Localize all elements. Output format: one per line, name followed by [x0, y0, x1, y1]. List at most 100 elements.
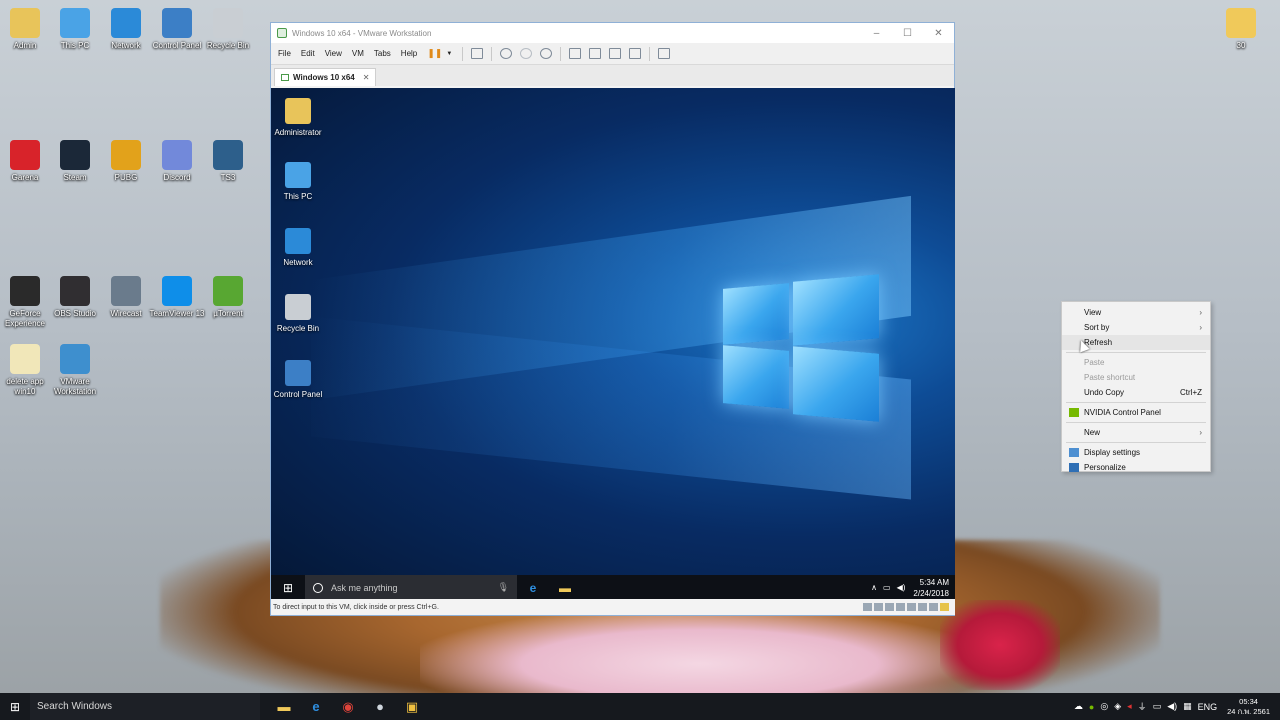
- menu-view[interactable]: View: [325, 49, 342, 58]
- guest-tray: ∧ ▭ ◀) 5:34 AM 2/24/2018: [871, 577, 955, 599]
- tray-app-icon[interactable]: ☁: [1074, 701, 1083, 712]
- chevron-right-icon: ›: [1199, 428, 1202, 437]
- snapshot-manager-icon[interactable]: [540, 48, 553, 59]
- chrome-icon[interactable]: ◉: [332, 699, 364, 715]
- menu-separator: [1066, 442, 1206, 443]
- menu-file[interactable]: File: [278, 49, 291, 58]
- message-icon[interactable]: [940, 603, 949, 611]
- menu-item-personalize[interactable]: Personalize: [1062, 460, 1210, 475]
- tray-app-icon[interactable]: ◎: [1100, 701, 1108, 712]
- start-icon[interactable]: ⊞: [0, 700, 30, 714]
- pause-icon[interactable]: ❚❚: [427, 48, 442, 59]
- desktop-icon-label: Recycle Bin: [206, 41, 250, 50]
- nvidia-icon: [1069, 408, 1079, 417]
- desktop-icon-label: VMware Workstation: [53, 377, 97, 396]
- guest-screen[interactable]: Administrator This PC Network Recycle Bin Co…: [271, 88, 955, 600]
- vmware-icon[interactable]: ▣: [396, 699, 428, 715]
- taskbar: ⊞ Search Windows ▬ e ◉ ● ▣ ☁ ● ◎ ◈ ◂ ⏚ ▭…: [0, 693, 1280, 720]
- menu-separator: [1066, 352, 1206, 353]
- network-tray-icon[interactable]: ▭: [1153, 701, 1162, 712]
- guest-desktop-icon[interactable]: Network: [271, 228, 325, 267]
- cortana-icon: [313, 582, 323, 593]
- usb-tray-icon[interactable]: ⏚: [1138, 700, 1147, 713]
- menu-item-display-settings[interactable]: Display settings: [1062, 445, 1210, 460]
- guest-desktop-icon[interactable]: Administrator: [271, 98, 325, 137]
- pause-dropdown-icon[interactable]: ▼: [446, 51, 452, 57]
- usb-icon[interactable]: [896, 603, 905, 611]
- show-library-icon[interactable]: [569, 48, 582, 59]
- file-icon: [10, 344, 40, 374]
- tray-app-icon[interactable]: ◂: [1127, 701, 1132, 712]
- menu-item-sort-by[interactable]: Sort by ›: [1062, 320, 1210, 335]
- file-explorer-icon[interactable]: ▬: [268, 699, 300, 714]
- menu-item-label: NVIDIA Control Panel: [1084, 408, 1161, 417]
- toolbar-separator: [560, 46, 562, 61]
- guest-icon-label: Administrator: [274, 128, 322, 137]
- microphone-icon[interactable]: 🎙: [498, 582, 509, 593]
- language-indicator[interactable]: ENG: [1198, 702, 1218, 712]
- network-tray-icon[interactable]: ▭: [883, 583, 891, 592]
- unity-icon[interactable]: [629, 48, 642, 59]
- volume-icon[interactable]: ◀): [897, 583, 906, 592]
- desktop-icon[interactable]: Recycle Bin: [198, 8, 258, 51]
- edge-icon[interactable]: e: [517, 581, 549, 595]
- clock-time: 05:34: [1239, 696, 1258, 706]
- revert-snapshot-icon[interactable]: [520, 48, 533, 59]
- desktop-icon[interactable]: TS3: [198, 140, 258, 183]
- file-explorer-icon[interactable]: ▬: [549, 581, 581, 595]
- edge-icon[interactable]: e: [300, 699, 332, 714]
- menu-tabs[interactable]: Tabs: [374, 49, 391, 58]
- clock[interactable]: 05:34 24 ก.พ. 2561: [1227, 697, 1270, 717]
- tab-windows-10[interactable]: Windows 10 x64 ✕: [274, 68, 377, 86]
- taskbar-search-text: Search Windows: [37, 701, 113, 712]
- steam-icon[interactable]: ●: [364, 699, 396, 714]
- nvidia-tray-icon[interactable]: ●: [1089, 702, 1094, 712]
- guest-clock[interactable]: 5:34 AM 2/24/2018: [913, 577, 949, 599]
- volume-icon[interactable]: ◀): [1167, 701, 1177, 712]
- hard-disk-icon[interactable]: [863, 603, 872, 611]
- menu-item-undo-copy[interactable]: Undo Copy Ctrl+Z: [1062, 385, 1210, 400]
- guest-desktop-icon[interactable]: Control Panel: [271, 360, 325, 399]
- show-hidden-icons-icon[interactable]: ∧: [871, 583, 877, 592]
- steam-icon: [60, 140, 90, 170]
- close-button[interactable]: ✕: [923, 28, 954, 39]
- menu-item-view[interactable]: View ›: [1062, 305, 1210, 320]
- minimize-button[interactable]: –: [861, 28, 892, 39]
- printer-icon[interactable]: [918, 603, 927, 611]
- display-icon[interactable]: [929, 603, 938, 611]
- menu-edit[interactable]: Edit: [301, 49, 315, 58]
- system-tray: ☁ ● ◎ ◈ ◂ ⏚ ▭ ◀) ▦ ENG 05:34 24 ก.พ. 256…: [1068, 697, 1280, 717]
- close-tab-icon[interactable]: ✕: [363, 73, 370, 82]
- network-adapter-icon[interactable]: [885, 603, 894, 611]
- guest-start-icon[interactable]: ⊞: [271, 581, 305, 595]
- desktop-icon-label: µTorrent: [213, 309, 243, 318]
- menu-item-nvidia-control-panel[interactable]: NVIDIA Control Panel: [1062, 405, 1210, 420]
- console-view-icon[interactable]: [658, 48, 671, 59]
- guest-cortana-search[interactable]: Ask me anything 🎙: [305, 575, 517, 600]
- cd-dvd-icon[interactable]: [874, 603, 883, 611]
- sound-card-icon[interactable]: [907, 603, 916, 611]
- desktop-icon[interactable]: VMware Workstation: [45, 344, 105, 397]
- snapshot-icon[interactable]: [500, 48, 513, 59]
- maximize-button[interactable]: ☐: [892, 28, 923, 39]
- thumbnail-bar-icon[interactable]: [589, 48, 602, 59]
- menu-item-new[interactable]: New ›: [1062, 425, 1210, 440]
- garena-icon: [10, 140, 40, 170]
- vmware-window[interactable]: Windows 10 x64 - VMware Workstation – ☐ …: [270, 22, 955, 616]
- menu-vm[interactable]: VM: [352, 49, 364, 58]
- menu-item-label: Undo Copy: [1084, 388, 1125, 397]
- recycle-bin-icon: [285, 294, 311, 320]
- send-ctrl-alt-del-icon[interactable]: [471, 48, 484, 59]
- menu-help[interactable]: Help: [401, 49, 417, 58]
- desktop-icon[interactable]: µTorrent: [198, 276, 258, 319]
- taskbar-search[interactable]: Search Windows: [30, 693, 260, 720]
- device-icons: [861, 603, 949, 611]
- desktop-icon[interactable]: 30: [1211, 8, 1271, 51]
- guest-desktop-icon[interactable]: This PC: [271, 162, 325, 201]
- tray-app-icon[interactable]: ◈: [1114, 701, 1121, 712]
- full-screen-icon[interactable]: [609, 48, 622, 59]
- vm-tab-icon: [281, 74, 289, 81]
- vmware-titlebar[interactable]: Windows 10 x64 - VMware Workstation – ☐ …: [271, 23, 954, 43]
- guest-desktop-icon[interactable]: Recycle Bin: [271, 294, 325, 333]
- keyboard-icon[interactable]: ▦: [1183, 701, 1192, 712]
